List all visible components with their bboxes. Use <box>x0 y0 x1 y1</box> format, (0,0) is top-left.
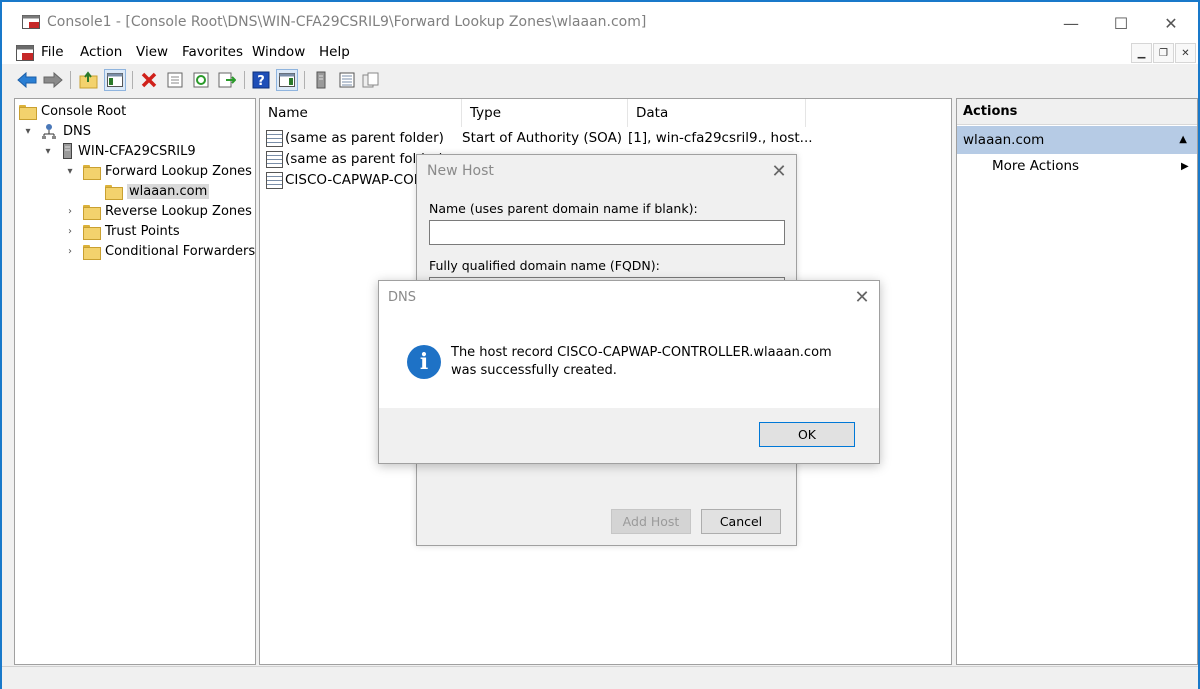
tree-item-label: Forward Lookup Zones <box>105 163 252 179</box>
close-button[interactable]: ✕ <box>1148 10 1194 36</box>
status-bar <box>2 666 1198 689</box>
show-hide-tree-icon[interactable] <box>104 69 126 91</box>
properties-icon[interactable] <box>164 69 186 91</box>
mmc-app-icon <box>22 15 40 29</box>
delete-icon[interactable] <box>138 69 160 91</box>
tree-item-label: Trust Points <box>105 223 180 239</box>
menu-view[interactable]: View <box>136 44 168 60</box>
zone-folder-icon <box>105 184 123 200</box>
menu-help[interactable]: Help <box>319 44 350 60</box>
menu-file[interactable]: File <box>41 44 64 60</box>
tree-item-dns[interactable]: ▾ DNS <box>21 121 91 141</box>
fqdn-label: Fully qualified domain name (FQDN): <box>429 258 660 273</box>
tree-item-console-root[interactable]: Console Root <box>19 101 126 121</box>
record-type: Start of Authority (SOA) <box>462 130 623 146</box>
more-actions-item[interactable]: More Actions <box>992 158 1079 174</box>
menu-window[interactable]: Window <box>252 44 305 60</box>
column-header-name[interactable]: Name <box>260 99 462 127</box>
up-folder-icon[interactable] <box>78 69 100 91</box>
back-arrow-icon[interactable] <box>16 69 38 91</box>
submenu-arrow-icon: ▶ <box>1181 161 1189 172</box>
message-close-button[interactable]: ✕ <box>848 285 876 309</box>
name-label: Name (uses parent domain name if blank): <box>429 201 698 216</box>
folder-icon <box>83 164 101 180</box>
record-icon <box>266 171 283 189</box>
tree-item-server[interactable]: ▾ WIN-CFA29CSRIL9 <box>41 141 196 161</box>
host-name-input[interactable] <box>429 220 785 245</box>
window-title: Console1 - [Console Root\DNS\WIN-CFA29CS… <box>47 14 647 30</box>
record-list-icon[interactable] <box>336 69 358 91</box>
chevron-down-icon[interactable]: ▾ <box>21 124 35 138</box>
console-icon <box>16 45 34 61</box>
chevron-down-icon[interactable]: ▾ <box>63 164 77 178</box>
tree-item-label: Conditional Forwarders <box>105 243 256 259</box>
tree-item-label: Reverse Lookup Zones <box>105 203 252 219</box>
minimize-button[interactable]: — <box>1048 10 1094 36</box>
dialog-title: DNS <box>388 290 416 305</box>
actions-zone-item[interactable]: wlaaan.com ▲ <box>957 126 1197 154</box>
folder-icon <box>19 104 37 120</box>
chevron-right-icon[interactable]: › <box>63 204 77 218</box>
tree-item-conditional-forwarders[interactable]: › Conditional Forwarders <box>63 241 255 261</box>
folder-icon <box>83 244 101 260</box>
toolbar: ? <box>2 66 1198 94</box>
message-footer: OK <box>379 408 879 463</box>
actions-zone-label: wlaaan.com <box>963 132 1045 148</box>
refresh-icon[interactable] <box>190 69 212 91</box>
tree-item-label: wlaaan.com <box>127 183 210 199</box>
menu-action[interactable]: Action <box>80 44 122 60</box>
copy-records-icon[interactable] <box>360 69 382 91</box>
tree-item-label: WIN-CFA29CSRIL9 <box>78 143 196 159</box>
collapse-up-icon[interactable]: ▲ <box>1179 134 1187 145</box>
column-header-type[interactable]: Type <box>462 99 628 127</box>
column-header-data[interactable]: Data <box>628 99 806 127</box>
dns-message-box: DNS ✕ i The host record CISCO-CAPWAP-CON… <box>378 280 880 464</box>
maximize-button[interactable]: ☐ <box>1098 10 1144 36</box>
tree-item-trust-points[interactable]: › Trust Points <box>63 221 180 241</box>
folder-icon <box>83 224 101 240</box>
menu-favorites[interactable]: Favorites <box>182 44 243 60</box>
mmc-window: Console1 - [Console Root\DNS\WIN-CFA29CS… <box>0 0 1200 689</box>
dns-icon <box>42 124 56 139</box>
folder-icon <box>83 204 101 220</box>
dialog-title: New Host <box>427 163 494 179</box>
ok-button[interactable]: OK <box>759 422 855 447</box>
tree-item-label: Console Root <box>41 103 127 119</box>
show-hide-action-pane-icon[interactable] <box>276 69 298 91</box>
record-data: [1], win-cfa29csril9., host... <box>628 130 813 146</box>
tree-item-forward-lookup-zones[interactable]: ▾ Forward Lookup Zones <box>63 161 252 181</box>
mdi-minimize-button[interactable]: ▁ <box>1131 43 1152 63</box>
chevron-right-icon[interactable]: › <box>63 244 77 258</box>
mdi-restore-button[interactable]: ❐ <box>1153 43 1174 63</box>
record-icon <box>266 150 283 168</box>
new-host-close-button[interactable]: ✕ <box>765 159 793 183</box>
table-row[interactable]: CISCO-CAPWAP-CON <box>266 170 424 190</box>
svg-text:?: ? <box>257 74 265 89</box>
table-row[interactable]: (same as parent folder) Start of Authori… <box>266 128 813 148</box>
help-icon[interactable]: ? <box>250 69 272 91</box>
server-icon[interactable] <box>310 69 332 91</box>
menu-bar: File Action View Favorites Window Help ▁… <box>2 42 1198 64</box>
tree-item-reverse-lookup-zones[interactable]: › Reverse Lookup Zones <box>63 201 252 221</box>
actions-header: Actions <box>957 99 1197 125</box>
info-icon: i <box>407 345 441 379</box>
message-text: The host record CISCO-CAPWAP-CONTROLLER.… <box>451 345 832 378</box>
record-icon <box>266 129 283 147</box>
tree-item-label: DNS <box>63 123 91 139</box>
mdi-close-button[interactable]: ✕ <box>1175 43 1196 63</box>
server-icon <box>63 143 72 159</box>
title-bar: Console1 - [Console Root\DNS\WIN-CFA29CS… <box>2 2 1198 42</box>
record-name: (same as parent folder) <box>285 130 444 146</box>
add-host-button[interactable]: Add Host <box>611 509 691 534</box>
console-tree: Console Root ▾ DNS ▾ WIN-CFA29CSRIL9 ▾ F… <box>14 98 256 665</box>
actions-pane: Actions wlaaan.com ▲ More Actions ▶ <box>956 98 1198 665</box>
chevron-down-icon[interactable]: ▾ <box>41 144 55 158</box>
forward-arrow-icon[interactable] <box>42 69 64 91</box>
record-name: CISCO-CAPWAP-CON <box>285 172 424 188</box>
chevron-right-icon[interactable]: › <box>63 224 77 238</box>
cancel-button[interactable]: Cancel <box>701 509 781 534</box>
tree-item-wlaaan-zone[interactable]: wlaaan.com <box>99 181 210 201</box>
export-list-icon[interactable] <box>216 69 238 91</box>
